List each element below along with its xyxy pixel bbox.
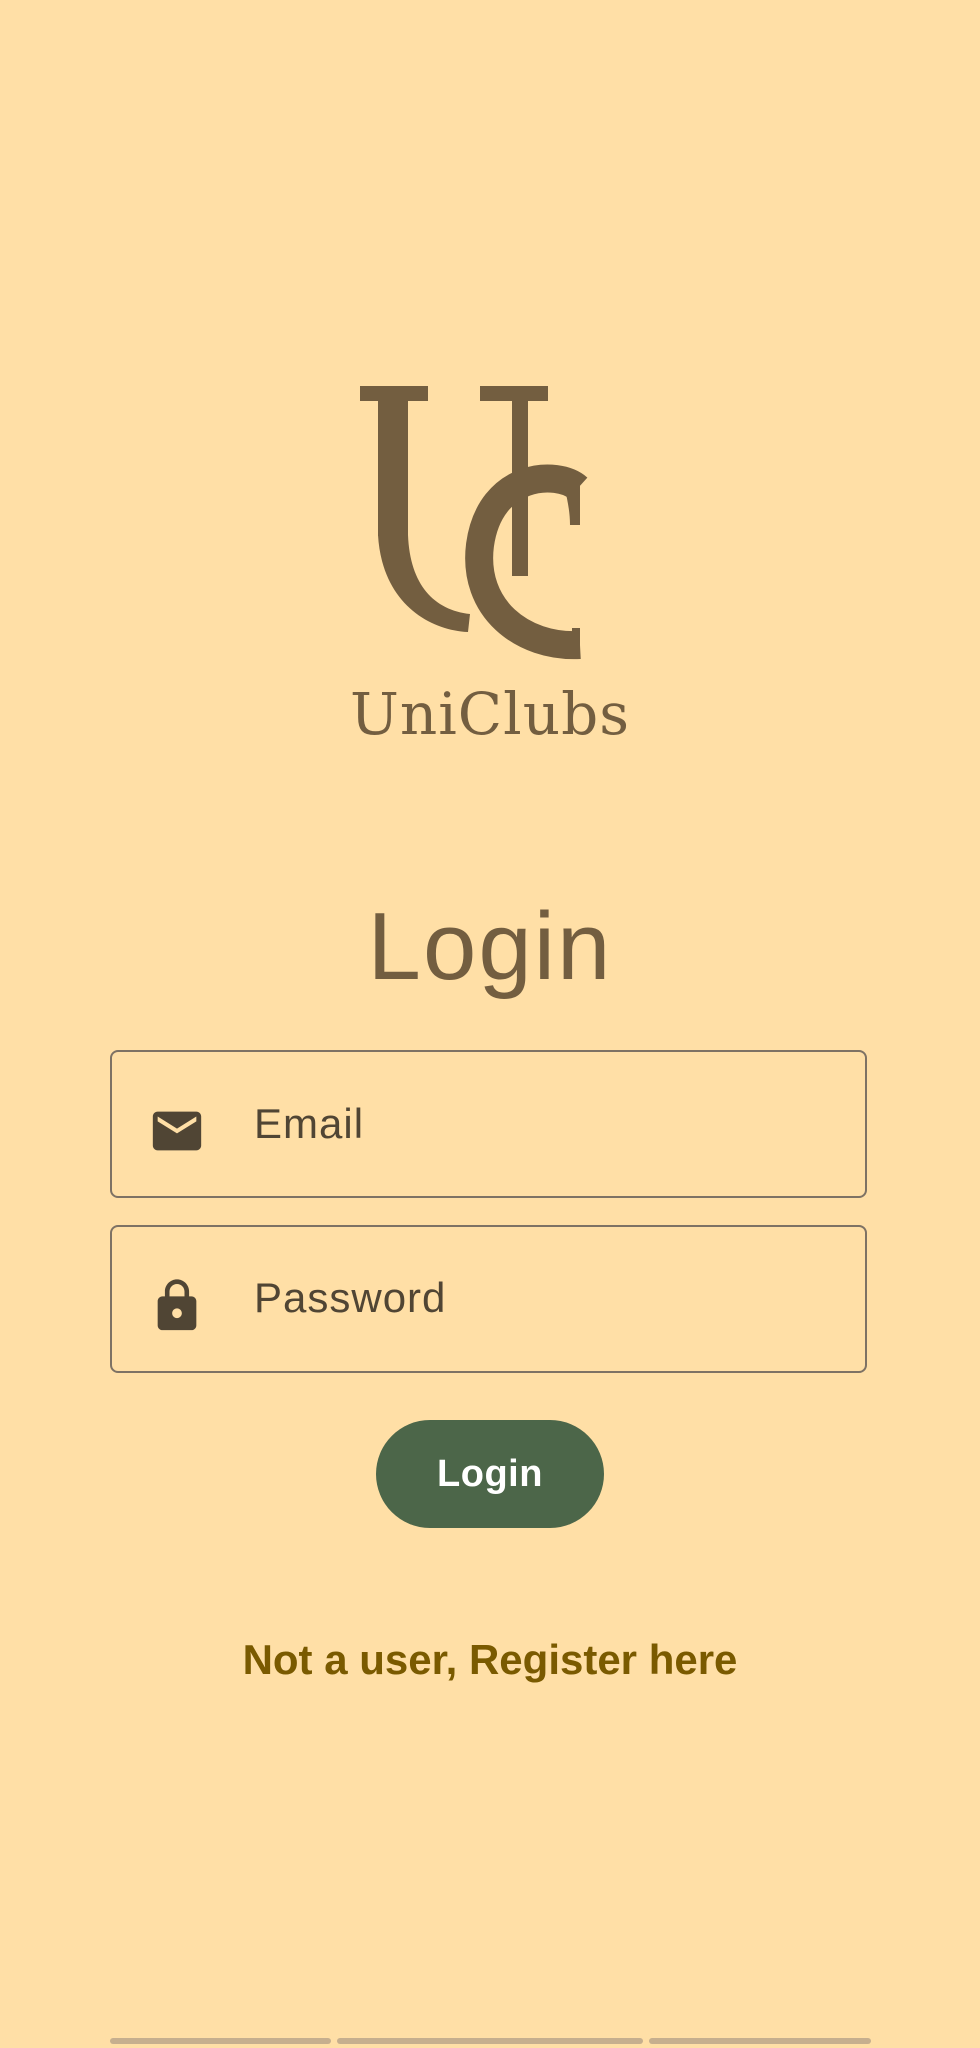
lock-icon (148, 1277, 206, 1335)
email-placeholder: Email (254, 1100, 365, 1147)
bottom-divider-right (649, 2038, 871, 2044)
bottom-divider-center (337, 2038, 643, 2044)
register-link[interactable]: Not a user, Register here (0, 1636, 980, 1684)
password-placeholder: Password (254, 1274, 447, 1321)
bottom-divider-left (110, 2038, 331, 2044)
email-field[interactable]: Email (110, 1050, 867, 1198)
brand-name: UniClubs (350, 680, 630, 748)
uc-monogram-logo (360, 386, 588, 660)
mail-icon (148, 1102, 206, 1160)
uniclubs-logo (340, 370, 640, 660)
page-title: Login (367, 893, 613, 1000)
password-field[interactable]: Password (110, 1225, 867, 1373)
login-button[interactable]: Login (376, 1420, 604, 1528)
